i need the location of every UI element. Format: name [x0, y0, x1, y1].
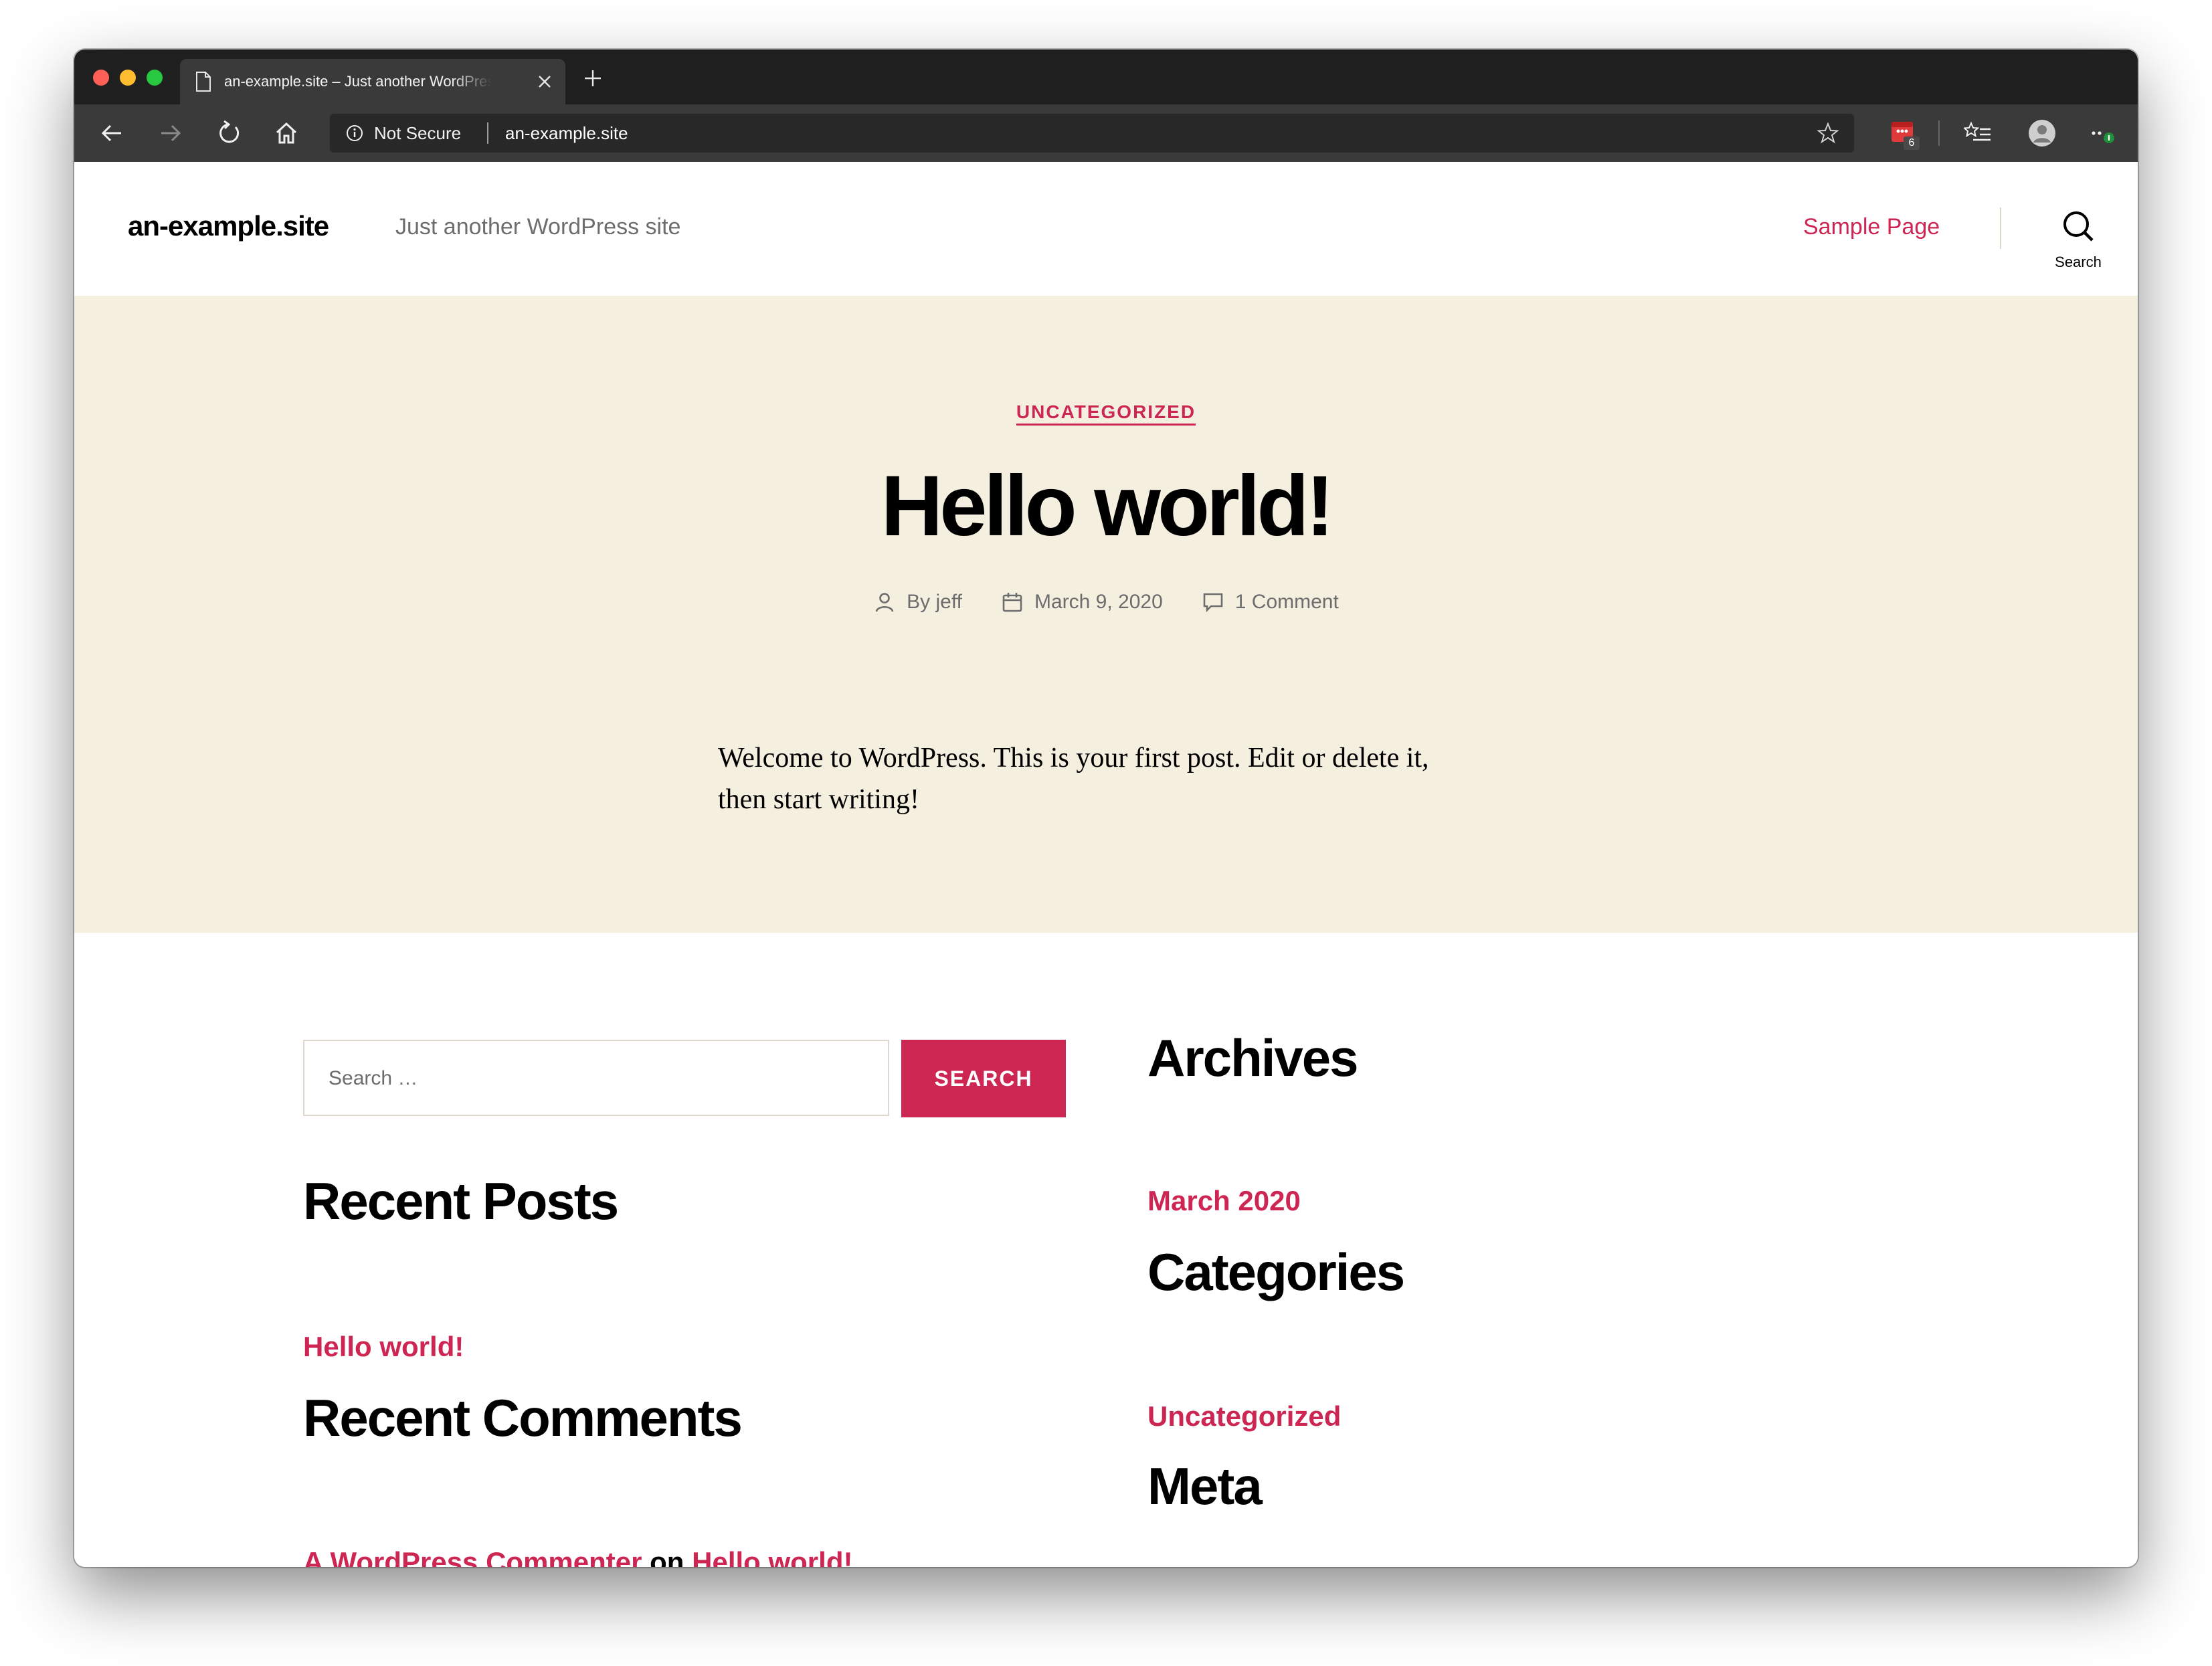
comment-author-link[interactable]: A WordPress Commenter: [303, 1546, 642, 1567]
post-meta: By jeff March 9, 2020 1 Comment: [74, 589, 2138, 616]
new-tab-icon[interactable]: [583, 68, 603, 88]
search-toggle-label: Search: [2055, 254, 2102, 270]
favorites-list-icon[interactable]: [1964, 119, 1992, 147]
post-date: March 9, 2020: [1001, 589, 1163, 616]
window-minimize-button[interactable]: [120, 70, 136, 86]
home-icon[interactable]: [272, 119, 300, 147]
browser-window: an-example.site – Just another WordPress…: [74, 50, 2138, 1567]
comment-post-link[interactable]: Hello world!: [692, 1546, 852, 1567]
recent-comment-item: A WordPress Commenter on Hello world!: [303, 1544, 852, 1567]
widget-search-button[interactable]: SEARCH: [901, 1040, 1066, 1117]
tab-strip: an-example.site – Just another WordPress…: [74, 50, 2138, 104]
page-icon: [196, 72, 211, 92]
browser-toolbar: Not Secure an-example.site 6: [74, 104, 2138, 162]
author-link[interactable]: By jeff: [907, 589, 962, 616]
nav-divider: [2000, 207, 2001, 249]
nav-sample-page-link[interactable]: Sample Page: [1803, 210, 1940, 244]
recent-comments-heading: Recent Comments: [303, 1388, 743, 1447]
post-title: Hello world!: [881, 458, 1334, 554]
info-icon[interactable]: [346, 124, 363, 142]
address-divider: [487, 122, 488, 144]
post-category: UNCATEGORIZED: [74, 399, 2138, 426]
site-title-link[interactable]: an-example.site: [128, 209, 329, 244]
recent-post-link[interactable]: Hello world!: [303, 1329, 464, 1365]
star-favorite-icon[interactable]: [1817, 122, 1839, 145]
category-widget-link[interactable]: Uncategorized: [1147, 1398, 1341, 1434]
post-content: Welcome to WordPress. This is your first…: [718, 743, 1429, 815]
site-header: an-example.site Just another WordPress s…: [74, 162, 2138, 296]
tab-title: an-example.site – Just another WordPress…: [224, 73, 492, 90]
window-close-button[interactable]: [93, 70, 109, 86]
address-bar[interactable]: Not Secure an-example.site: [330, 114, 1854, 153]
more-menu-icon[interactable]: [2088, 119, 2116, 147]
footer-widgets: Search … SEARCH Recent Posts Hello world…: [74, 933, 2138, 1567]
forward-arrow-icon[interactable]: [156, 119, 184, 147]
archives-heading: Archives: [1147, 1028, 1359, 1087]
recent-posts-heading: Recent Posts: [303, 1172, 619, 1230]
search-toggle-button[interactable]: Search: [2035, 209, 2122, 276]
close-tab-icon[interactable]: [536, 73, 553, 90]
category-link[interactable]: UNCATEGORIZED: [1016, 401, 1196, 426]
browser-tab-active[interactable]: an-example.site – Just another WordPress…: [180, 59, 565, 104]
widget-search-input[interactable]: Search …: [303, 1040, 889, 1116]
security-label: Not Secure: [374, 123, 462, 143]
post-author: By jeff: [873, 589, 962, 616]
window-maximize-button[interactable]: [147, 70, 163, 86]
search-placeholder: Search …: [329, 1067, 418, 1089]
meta-heading: Meta: [1147, 1457, 1263, 1515]
comment-icon: [1203, 593, 1223, 613]
categories-heading: Categories: [1147, 1242, 1405, 1301]
comment-on-text: on: [650, 1546, 684, 1567]
calendar-icon: [1002, 593, 1022, 612]
profile-avatar-icon[interactable]: [2028, 119, 2056, 147]
url-text[interactable]: an-example.site: [505, 122, 628, 145]
date-link[interactable]: March 9, 2020: [1034, 589, 1163, 616]
refresh-icon[interactable]: [215, 119, 243, 147]
toolbar-divider: [1938, 120, 1940, 146]
extension-badge: 6: [1904, 136, 1920, 150]
archive-link[interactable]: March 2020: [1147, 1183, 1301, 1219]
post-header: UNCATEGORIZED Hello world! By jeff March…: [74, 296, 2138, 933]
post-comments: 1 Comment: [1202, 589, 1339, 616]
comments-link[interactable]: 1 Comment: [1235, 589, 1339, 616]
site-description: Just another WordPress site: [395, 214, 681, 240]
back-arrow-icon[interactable]: [98, 119, 126, 147]
user-icon: [875, 593, 894, 612]
search-icon: [2063, 211, 2094, 242]
